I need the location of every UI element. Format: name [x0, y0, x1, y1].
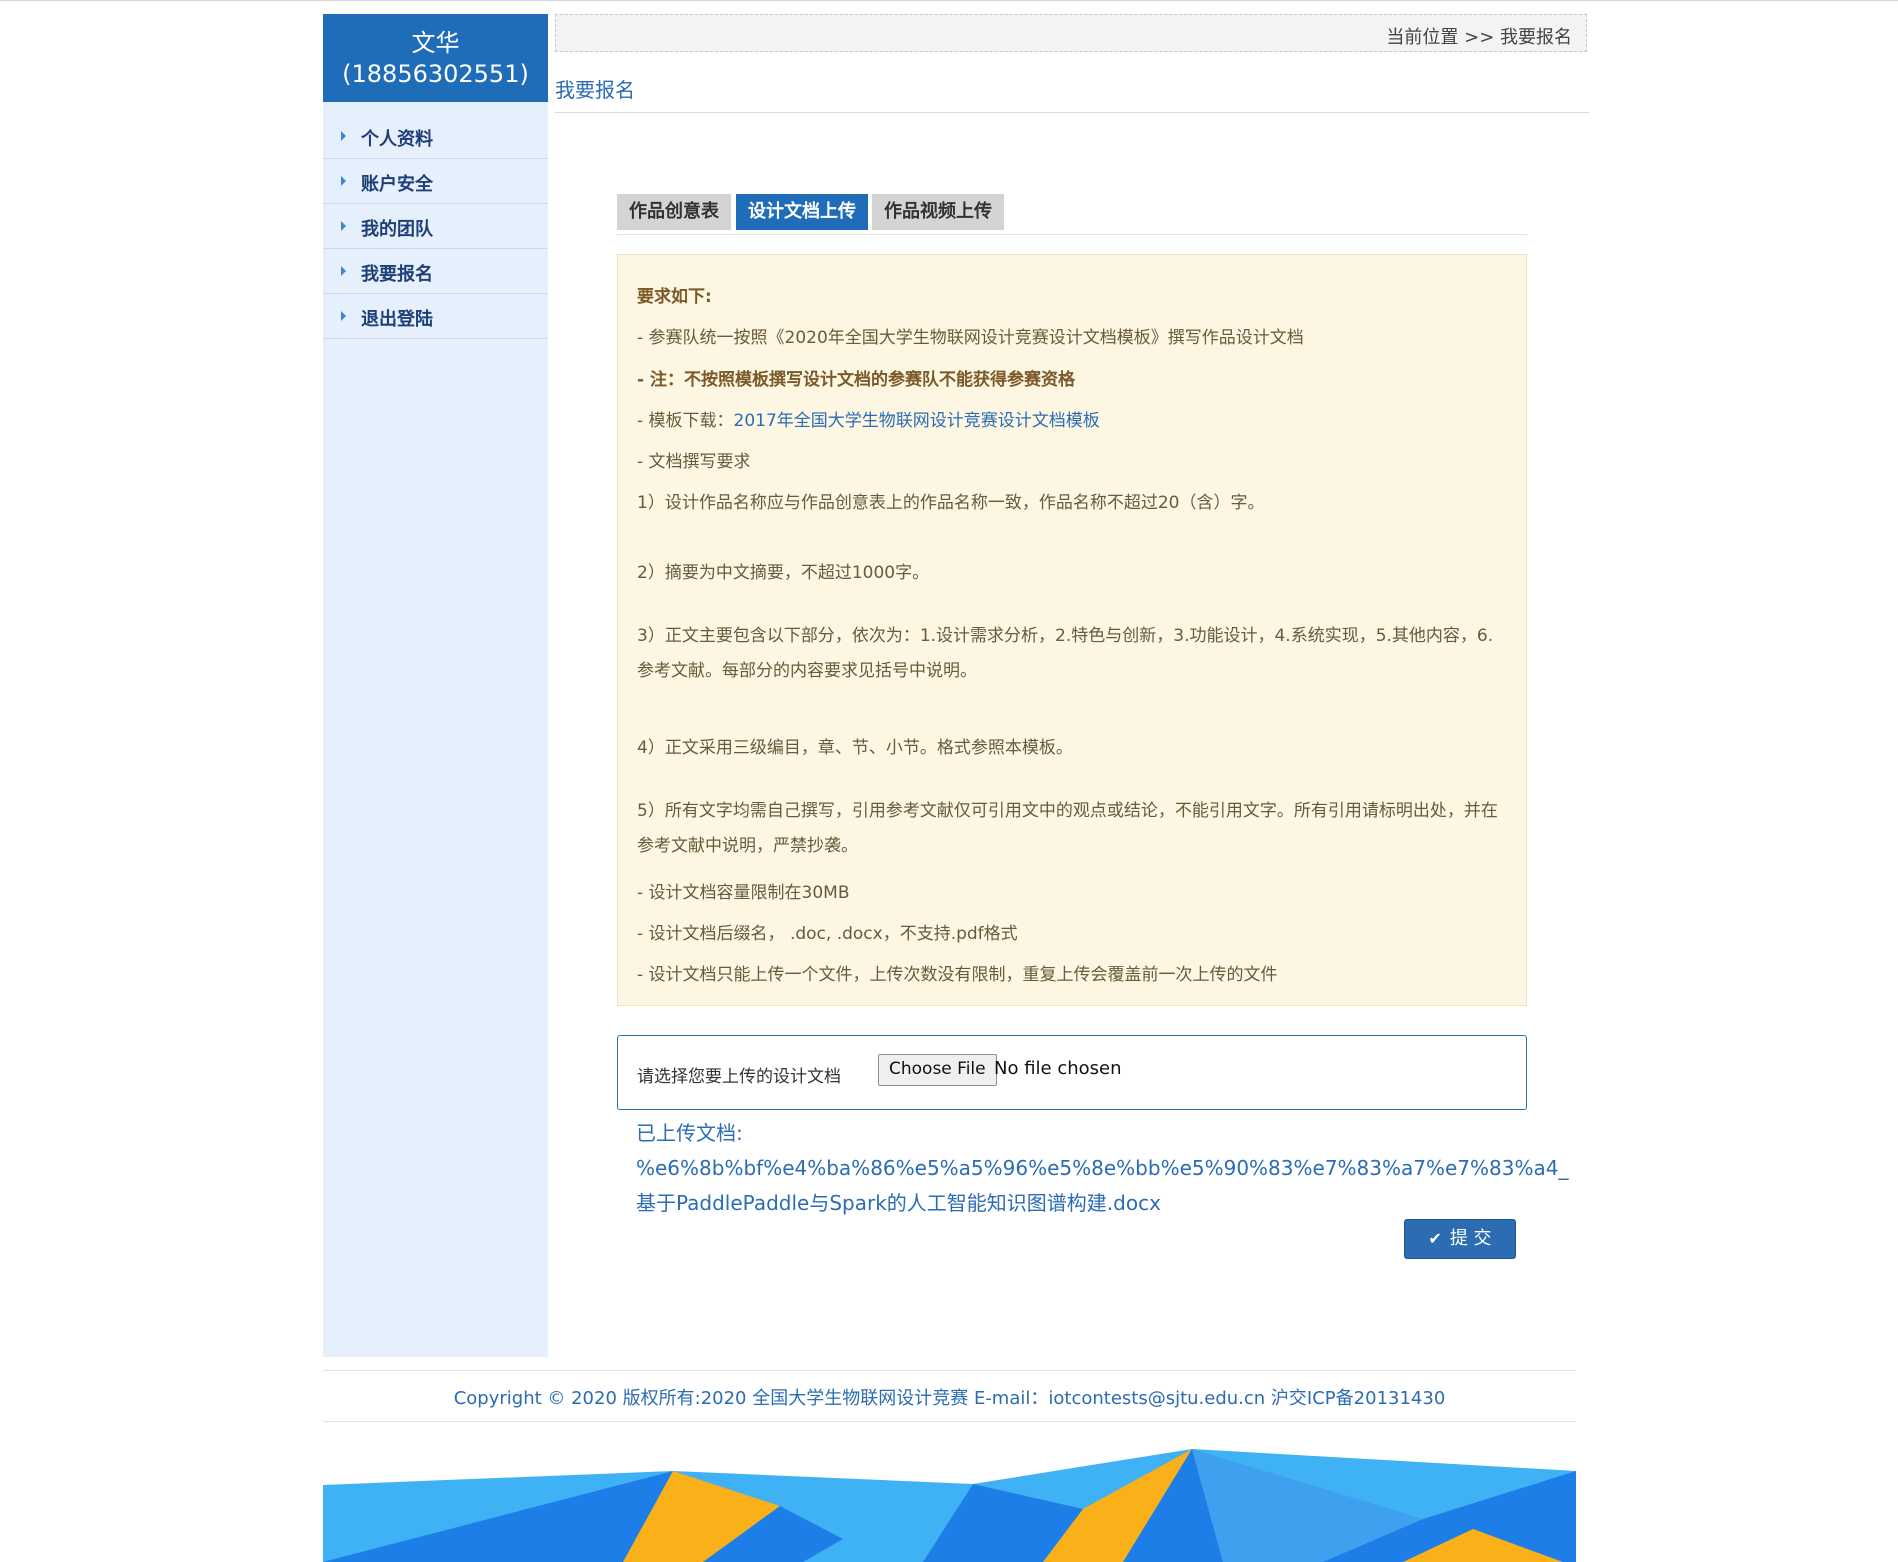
- breadcrumb: 当前位置 >> 我要报名: [555, 14, 1587, 52]
- submit-button[interactable]: ✔ 提 交: [1404, 1219, 1516, 1259]
- uploaded-document: 已上传文档: %e6%8b%bf%e4%ba%86%e5%a5%96%e5%8e…: [636, 1116, 1569, 1221]
- footer-banner: [323, 1449, 1576, 1562]
- user-box: 文华 (18856302551): [323, 14, 548, 102]
- uploaded-filename[interactable]: 基于PaddlePaddle与Spark的人工智能知识图谱构建.docx: [636, 1186, 1516, 1221]
- tab-bar: 作品创意表 设计文档上传 作品视频上传: [617, 194, 1527, 235]
- submit-label: 提 交: [1449, 1228, 1492, 1249]
- sidebar-item-label: 我的团队: [361, 219, 433, 240]
- choose-file-button[interactable]: Choose File: [878, 1054, 997, 1086]
- upload-box: 请选择您要上传的设计文档 Choose File No file chosen: [617, 1035, 1527, 1110]
- page-top-line: [0, 0, 1898, 1]
- user-phone: (18856302551): [342, 60, 529, 88]
- sidebar: 文华 (18856302551) 个人资料 账户安全 我的团队 我要报名 退出登…: [323, 14, 548, 1357]
- upload-label: 请选择您要上传的设计文档: [637, 1067, 841, 1087]
- sidebar-menu: 个人资料 账户安全 我的团队 我要报名 退出登陆: [323, 114, 548, 339]
- check-icon: ✔: [1428, 1229, 1442, 1248]
- sidebar-item-security[interactable]: 账户安全: [323, 159, 548, 204]
- file-status: No file chosen: [994, 1058, 1122, 1079]
- sidebar-item-label: 退出登陆: [361, 309, 433, 330]
- requirement-4: 4）正文采用三级编目，章、节、小节。格式参照本模板。: [637, 738, 1073, 758]
- section-title: 我要报名: [555, 78, 635, 102]
- requirements-notice: 要求如下: - 参赛队统一按照《2020年全国大学生物联网设计竞赛设计文档模板》…: [617, 254, 1527, 1006]
- sidebar-item-profile[interactable]: 个人资料: [323, 114, 548, 159]
- arrow-right-icon: [341, 131, 346, 141]
- tab-design-doc-upload[interactable]: 设计文档上传: [736, 194, 868, 230]
- sidebar-item-label: 我要报名: [361, 264, 433, 285]
- notice-line: - 文档撰写要求: [637, 452, 751, 472]
- uploaded-label: 已上传文档:: [636, 1121, 743, 1145]
- sidebar-item-logout[interactable]: 退出登陆: [323, 294, 548, 339]
- notice-line: - 参赛队统一按照《2020年全国大学生物联网设计竞赛设计文档模板》撰写作品设计…: [637, 328, 1304, 348]
- page-wrapper: 文华 (18856302551) 个人资料 账户安全 我的团队 我要报名 退出登…: [323, 14, 1589, 1562]
- limit-size: - 设计文档容量限制在30MB: [637, 883, 850, 903]
- requirement-5: 5）所有文字均需自己撰写，引用参考文献仅可引用文中的观点或结论，不能引用文字。所…: [637, 801, 1498, 856]
- notice-heading: 要求如下:: [637, 287, 712, 307]
- tab-video-upload[interactable]: 作品视频上传: [872, 194, 1004, 230]
- footer-divider-bottom: [323, 1421, 1576, 1422]
- footer-copyright: Copyright © 2020 版权所有:2020 全国大学生物联网设计竞赛 …: [453, 1388, 1446, 1409]
- arrow-right-icon: [341, 221, 346, 231]
- requirement-2: 2）摘要为中文摘要，不超过1000字。: [637, 563, 930, 583]
- arrow-right-icon: [341, 266, 346, 276]
- arrow-right-icon: [341, 176, 346, 186]
- limit-count: - 设计文档只能上传一个文件，上传次数没有限制，重复上传会覆盖前一次上传的文件: [637, 965, 1278, 985]
- template-download-link[interactable]: 2017年全国大学生物联网设计竞赛设计文档模板: [734, 411, 1100, 431]
- notice-template-line: - 模板下载：2017年全国大学生物联网设计竞赛设计文档模板: [637, 406, 1100, 431]
- sidebar-item-label: 账户安全: [361, 174, 433, 195]
- sidebar-item-register[interactable]: 我要报名: [323, 249, 548, 294]
- section-divider: [555, 112, 1589, 113]
- user-name: 文华: [411, 29, 460, 57]
- footer-divider-top: [323, 1370, 1576, 1371]
- notice-warning: - 注：不按照模板撰写设计文档的参赛队不能获得参赛资格: [637, 370, 1075, 390]
- arrow-right-icon: [341, 311, 346, 321]
- template-prefix: - 模板下载：: [637, 411, 734, 431]
- sidebar-item-team[interactable]: 我的团队: [323, 204, 548, 249]
- breadcrumb-text: 当前位置 >> 我要报名: [1386, 27, 1572, 48]
- requirement-3: 3）正文主要包含以下部分，依次为：1.设计需求分析，2.特色与创新，3.功能设计…: [637, 626, 1494, 681]
- requirement-1: 1）设计作品名称应与作品创意表上的作品名称一致，作品名称不超过20（含）字。: [637, 493, 1265, 513]
- sidebar-item-label: 个人资料: [361, 129, 433, 150]
- tab-idea-form[interactable]: 作品创意表: [617, 194, 731, 230]
- limit-format: - 设计文档后缀名， .doc, .docx，不支持.pdf格式: [637, 924, 1018, 944]
- uploaded-encoded-name: %e6%8b%bf%e4%ba%86%e5%a5%96%e5%8e%bb%e5%…: [636, 1156, 1569, 1180]
